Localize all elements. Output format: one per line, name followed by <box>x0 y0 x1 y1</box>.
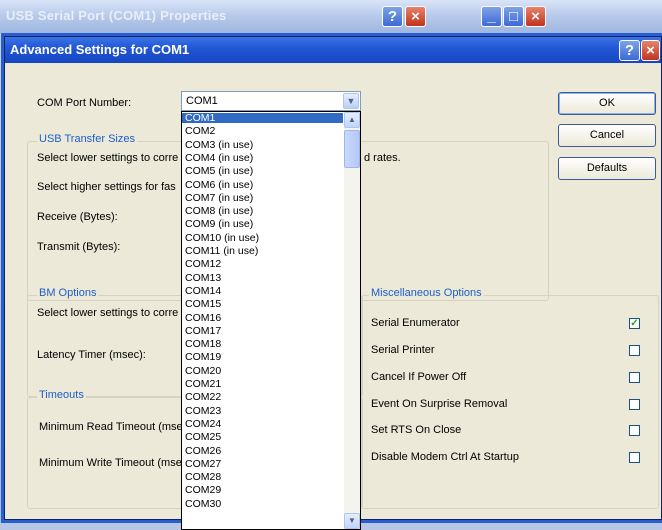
serial-printer-checkbox[interactable] <box>629 345 640 356</box>
bm-options-group-label: BM Options <box>37 287 99 299</box>
latency-timer-label: Latency Timer (msec): <box>37 349 146 361</box>
min-write-timeout-label: Minimum Write Timeout (mse <box>39 457 182 469</box>
set-rts-on-close-label: Set RTS On Close <box>371 424 462 436</box>
parent-help-button[interactable]: ? <box>382 6 403 27</box>
parent-maximize-button[interactable]: □ <box>503 6 524 27</box>
com-port-option[interactable]: COM16 <box>182 312 343 323</box>
com-port-option[interactable]: COM17 <box>182 326 343 337</box>
com-port-option[interactable]: COM5 (in use) <box>182 166 343 177</box>
com-port-option[interactable]: COM11 (in use) <box>182 246 343 257</box>
com-port-options: COM1 COM2 COM3 (in use) COM4 (in use) COM5 (… <box>182 112 343 529</box>
com-port-option[interactable]: COM28 <box>182 472 343 483</box>
event-on-surprise-removal-checkbox[interactable] <box>629 399 640 410</box>
com-port-option[interactable]: COM12 <box>182 259 343 270</box>
bm-desc: Select lower settings to corre <box>37 307 179 319</box>
usb-desc-lower: Select lower settings to corre <box>37 152 179 164</box>
usb-transfer-group-label: USB Transfer Sizes <box>37 133 137 145</box>
cancel-button[interactable]: Cancel <box>558 124 656 147</box>
event-on-surprise-removal-label: Event On Surprise Removal <box>371 398 508 410</box>
misc-options-group-label: Miscellaneous Options <box>369 287 484 299</box>
timeouts-group-label: Timeouts <box>37 389 86 401</box>
com-port-option[interactable]: COM10 (in use) <box>182 232 343 243</box>
com-port-option[interactable]: COM8 (in use) <box>182 206 343 217</box>
com-port-option[interactable]: COM26 <box>182 445 343 456</box>
dropdown-scrollbar[interactable]: ▲ ▼ <box>344 112 360 529</box>
com-port-option[interactable]: COM9 (in use) <box>182 219 343 230</box>
com-port-option[interactable]: COM23 <box>182 405 343 416</box>
com-port-option[interactable]: COM20 <box>182 365 343 376</box>
com-port-option[interactable]: COM4 (in use) <box>182 153 343 164</box>
com-port-label: COM Port Number: <box>37 97 132 109</box>
dialog-title: Advanced Settings for COM1 <box>10 42 190 57</box>
parent-minimize-button[interactable]: _ <box>481 6 502 27</box>
com-port-combobox[interactable]: COM1 ▼ <box>181 91 361 111</box>
disable-modem-ctrl-label: Disable Modem Ctrl At Startup <box>371 451 519 463</box>
cancel-if-power-off-label: Cancel If Power Off <box>371 371 467 383</box>
scroll-up-arrow-icon[interactable]: ▲ <box>344 112 360 128</box>
cancel-if-power-off-checkbox[interactable] <box>629 372 640 383</box>
com-port-option[interactable]: COM29 <box>182 485 343 496</box>
parent-title-bar: USB Serial Port (COM1) Properties ? × _ … <box>0 0 662 33</box>
scroll-down-arrow-icon[interactable]: ▼ <box>344 513 360 529</box>
dialog-help-button[interactable]: ? <box>619 40 640 61</box>
set-rts-on-close-checkbox[interactable] <box>629 425 640 436</box>
com-port-option[interactable]: COM7 (in use) <box>182 193 343 204</box>
com-port-option[interactable]: COM2 <box>182 126 343 137</box>
chevron-down-icon[interactable]: ▼ <box>343 93 359 109</box>
receive-label: Receive (Bytes): <box>37 211 118 223</box>
com-port-option[interactable]: COM3 (in use) <box>182 139 343 150</box>
com-port-option[interactable]: COM18 <box>182 339 343 350</box>
usb-desc-higher: Select higher settings for fas <box>37 181 176 193</box>
com-port-option[interactable]: COM30 <box>182 498 343 509</box>
com-port-option[interactable]: COM24 <box>182 419 343 430</box>
defaults-button[interactable]: Defaults <box>558 157 656 180</box>
com-port-option[interactable]: COM21 <box>182 379 343 390</box>
scrollbar-thumb[interactable] <box>344 130 360 168</box>
com-port-option[interactable]: COM25 <box>182 432 343 443</box>
dialog-close-button[interactable]: × <box>641 40 660 61</box>
parent-window-title: USB Serial Port (COM1) Properties <box>6 8 227 23</box>
com-port-dropdown-list[interactable]: COM1 COM2 COM3 (in use) COM4 (in use) COM5 (… <box>181 111 361 530</box>
com-port-selected-value: COM1 <box>186 95 218 107</box>
transmit-label: Transmit (Bytes): <box>37 241 121 253</box>
com-port-option[interactable]: COM19 <box>182 352 343 363</box>
serial-enumerator-checkbox[interactable]: ✓ <box>629 318 640 329</box>
parent-close-button-2[interactable]: × <box>525 6 546 27</box>
ok-button[interactable]: OK <box>558 92 656 115</box>
dialog-title-bar: Advanced Settings for COM1 ? × <box>5 37 661 63</box>
disable-modem-ctrl-checkbox[interactable] <box>629 452 640 463</box>
com-port-option[interactable]: COM6 (in use) <box>182 179 343 190</box>
com-port-option[interactable]: COM27 <box>182 459 343 470</box>
com-port-option[interactable]: COM22 <box>182 392 343 403</box>
com-port-option[interactable]: COM15 <box>182 299 343 310</box>
usb-desc-lower-tail: d rates. <box>364 152 401 164</box>
parent-close-button[interactable]: × <box>405 6 426 27</box>
com-port-option[interactable]: COM13 <box>182 272 343 283</box>
serial-enumerator-label: Serial Enumerator <box>371 317 460 329</box>
com-port-option[interactable]: COM1 <box>182 113 343 123</box>
serial-printer-label: Serial Printer <box>371 344 435 356</box>
com-port-option[interactable]: COM14 <box>182 286 343 297</box>
min-read-timeout-label: Minimum Read Timeout (mse <box>39 421 183 433</box>
